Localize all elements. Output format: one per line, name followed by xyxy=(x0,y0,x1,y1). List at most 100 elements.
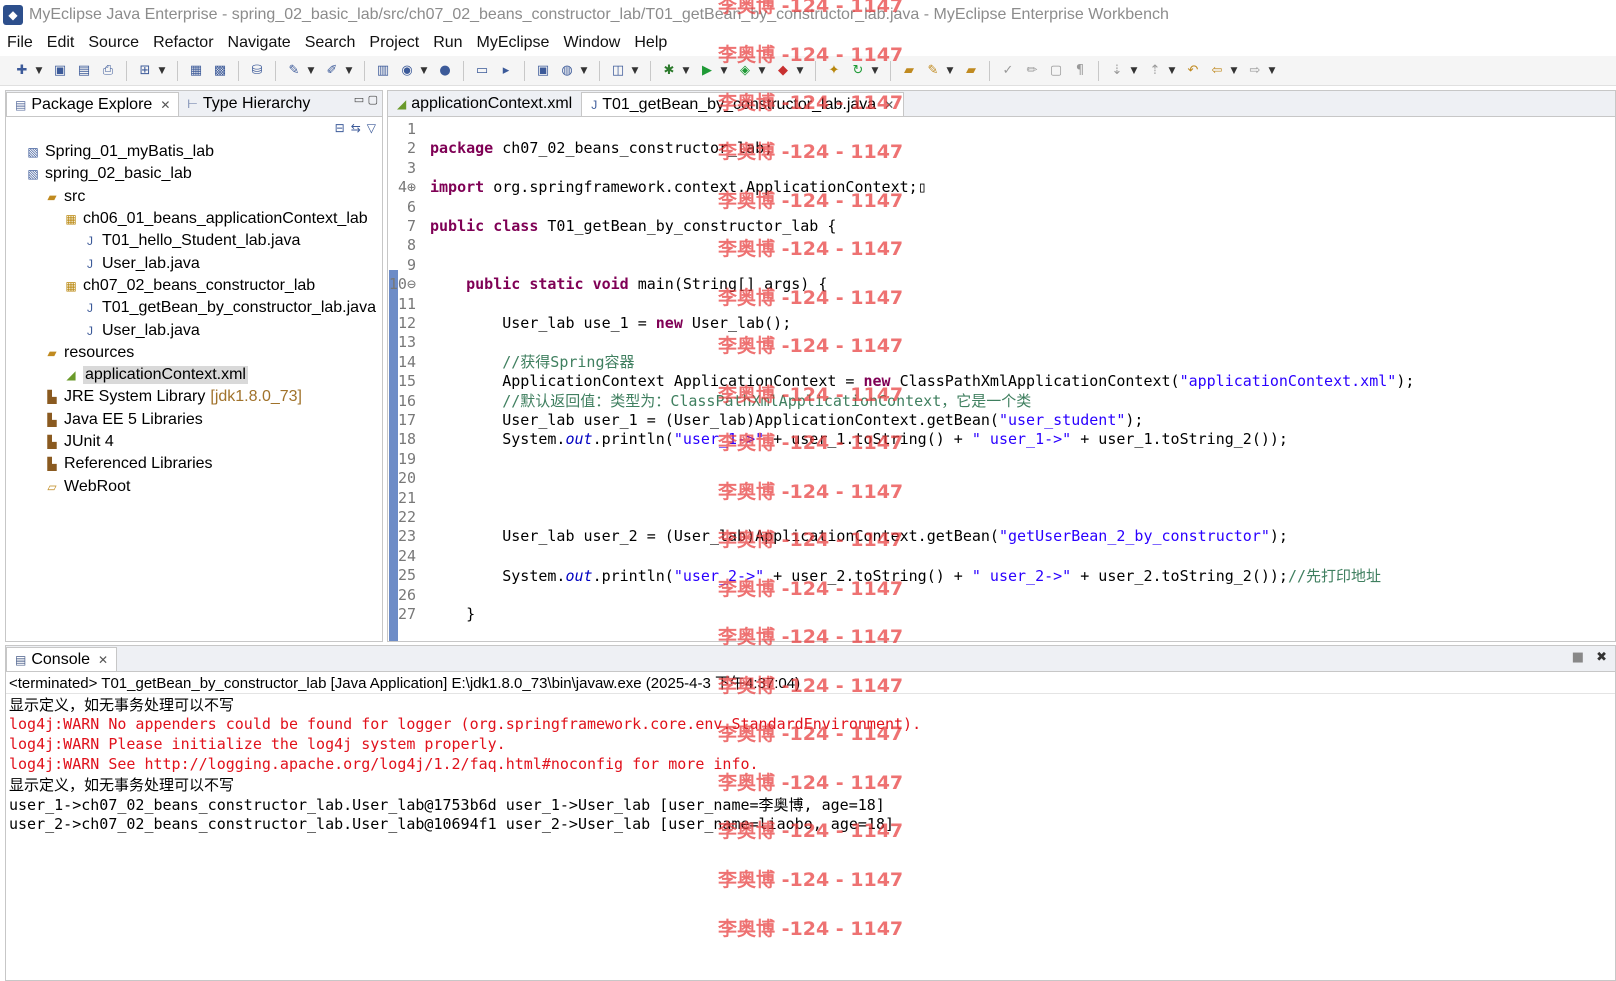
console-open-icon[interactable]: ▥ xyxy=(373,62,393,80)
open-type-dropdown-icon[interactable]: ▼ xyxy=(157,62,167,80)
tree-item[interactable]: ▰ src xyxy=(6,186,382,208)
console-output[interactable]: 显示定义，如无事务处理可以不写 log4j:WARN No appenders c… xyxy=(6,694,1615,834)
tab-console[interactable]: ▤ Console ✕ xyxy=(6,647,118,671)
tree-item[interactable]: ▦ ch06_01_beans_applicationContext_lab xyxy=(6,208,382,230)
remove-launch-icon[interactable]: ✖ xyxy=(1596,650,1607,665)
print-icon[interactable]: ⎙ xyxy=(98,62,118,80)
globe-dropdown-icon[interactable]: ▼ xyxy=(579,62,589,80)
new-class-icon[interactable]: ✦ xyxy=(824,62,844,80)
code-editor[interactable]: 1 2 package ch07_02_beans_constructor_lab;… xyxy=(388,118,1615,641)
tree-item[interactable]: J T01_hello_Student_lab.java xyxy=(6,230,382,252)
pen-icon[interactable]: ✎ xyxy=(923,62,943,80)
prev-annotation-icon[interactable]: ⇡ xyxy=(1145,62,1165,80)
debug-icon[interactable]: ✱ xyxy=(659,62,679,80)
tab-t01-getbean-java[interactable]: J T01_getBean_by_constructor_lab.java ✕ xyxy=(581,92,905,116)
tree-item[interactable]: ▙ Referenced Libraries xyxy=(6,453,382,475)
web-icon[interactable]: ◉ xyxy=(397,62,417,80)
menu-search[interactable]: Search xyxy=(298,34,363,52)
next-annotation-icon[interactable]: ⇣ xyxy=(1107,62,1127,80)
database-icon[interactable]: ⛁ xyxy=(247,62,267,80)
coverage-dropdown-icon[interactable]: ▼ xyxy=(757,62,767,80)
prev-annotation-dropdown-icon[interactable]: ▼ xyxy=(1167,62,1177,80)
menu-help[interactable]: Help xyxy=(627,34,674,52)
tree-item[interactable]: ▱ WebRoot xyxy=(6,475,382,497)
new-icon[interactable]: ✚ xyxy=(12,62,32,80)
server-icon[interactable]: ✐ xyxy=(322,62,342,80)
line-number: 14 xyxy=(397,352,416,371)
package-explorer-icon: ▤ xyxy=(15,97,27,112)
tree-item[interactable]: ▙ JRE System Library [jdk1.8.0_73] xyxy=(6,386,382,408)
menu-refactor[interactable]: Refactor xyxy=(146,34,220,52)
terminate-icon[interactable]: ■ xyxy=(1572,650,1584,665)
close-icon[interactable]: ✕ xyxy=(884,98,894,112)
server-dropdown-icon[interactable]: ▼ xyxy=(344,62,354,80)
coverage-icon[interactable]: ◈ xyxy=(735,62,755,80)
forward-nav-dropdown-icon[interactable]: ▼ xyxy=(1267,62,1277,80)
run-icon[interactable]: ▶ xyxy=(697,62,717,80)
tree-item[interactable]: J T01_getBean_by_constructor_lab.java xyxy=(6,297,382,319)
tree-item[interactable]: ▰ resources xyxy=(6,342,382,364)
refresh-icon[interactable]: ↻ xyxy=(848,62,868,80)
camera-dropdown-icon[interactable]: ▼ xyxy=(630,62,640,80)
block-select-icon[interactable]: ▢ xyxy=(1046,62,1066,80)
tree-item[interactable]: J User_lab.java xyxy=(6,319,382,341)
save-all-icon[interactable]: ▤ xyxy=(74,62,94,80)
toggle-mark-icon[interactable]: ✓ xyxy=(998,62,1018,80)
highlight-icon[interactable]: ✏ xyxy=(1022,62,1042,80)
open-folder-icon[interactable]: ▰ xyxy=(899,62,919,80)
external-tools-dropdown-icon[interactable]: ▼ xyxy=(795,62,805,80)
pen-dropdown-icon[interactable]: ▼ xyxy=(945,62,955,80)
deploy-dropdown-icon[interactable]: ▼ xyxy=(306,62,316,80)
external-tools-icon[interactable]: ◆ xyxy=(773,62,793,80)
tree-item[interactable]: ▙ Java EE 5 Libraries xyxy=(6,409,382,431)
web-dropdown-icon[interactable]: ▼ xyxy=(419,62,429,80)
tab-package-explorer[interactable]: ▤ Package Explore ✕ xyxy=(6,92,180,116)
tab-applicationcontext-xml[interactable]: ◢ applicationContext.xml xyxy=(388,92,581,116)
deploy-icon[interactable]: ✎ xyxy=(284,62,304,80)
menu-window[interactable]: Window xyxy=(556,34,627,52)
maximize-icon[interactable]: ▢ xyxy=(368,93,378,106)
menu-file[interactable]: File xyxy=(0,34,40,52)
tree-item[interactable]: ▙ JUnit 4 xyxy=(6,431,382,453)
menu-project[interactable]: Project xyxy=(362,34,426,52)
forward-icon[interactable]: ▸ xyxy=(496,62,516,80)
package-icon[interactable]: ▦ xyxy=(186,62,206,80)
run-dropdown-icon[interactable]: ▼ xyxy=(719,62,729,80)
debug-dropdown-icon[interactable]: ▼ xyxy=(681,62,691,80)
menu-source[interactable]: Source xyxy=(81,34,146,52)
menu-edit[interactable]: Edit xyxy=(40,34,82,52)
tree-item[interactable]: ▦ ch07_02_beans_constructor_lab xyxy=(6,275,382,297)
new-dropdown-icon[interactable]: ▼ xyxy=(34,62,44,80)
tab-type-hierarchy[interactable]: ⊢ Type Hierarchy xyxy=(179,92,318,116)
camera-icon[interactable]: ◫ xyxy=(608,62,628,80)
next-annotation-dropdown-icon[interactable]: ▼ xyxy=(1129,62,1139,80)
collapse-all-icon[interactable]: ⊟ xyxy=(335,121,345,135)
close-icon[interactable]: ✕ xyxy=(160,98,170,112)
back-icon[interactable]: ⇦ xyxy=(1207,62,1227,80)
minimize-icon[interactable]: ▭ xyxy=(354,93,364,106)
close-icon[interactable]: ✕ xyxy=(98,653,108,667)
terminal-icon[interactable]: ▭ xyxy=(472,62,492,80)
globe-icon[interactable]: ◍ xyxy=(557,62,577,80)
tree-item[interactable]: ▧ Spring_01_myBatis_lab xyxy=(6,141,382,163)
view-menu-icon[interactable]: ▽ xyxy=(367,121,376,135)
menu-run[interactable]: Run xyxy=(426,34,469,52)
refresh-dropdown-icon[interactable]: ▼ xyxy=(870,62,880,80)
jar-icon[interactable]: ▩ xyxy=(210,62,230,80)
link-with-editor-icon[interactable]: ⇆ xyxy=(351,121,361,135)
line-number: 21 xyxy=(397,488,416,507)
search-folder-icon[interactable]: ▰ xyxy=(961,62,981,80)
last-edit-icon[interactable]: ↶ xyxy=(1183,62,1203,80)
tree-item[interactable]: J User_lab.java xyxy=(6,252,382,274)
tree-item[interactable]: ◢ applicationContext.xml xyxy=(6,364,382,386)
open-type-icon[interactable]: ⊞ xyxy=(135,62,155,80)
tree-item[interactable]: ▧ spring_02_basic_lab xyxy=(6,163,382,185)
back-dropdown-icon[interactable]: ▼ xyxy=(1229,62,1239,80)
menu-navigate[interactable]: Navigate xyxy=(221,34,298,52)
save-icon[interactable]: ▣ xyxy=(50,62,70,80)
forward-nav-icon[interactable]: ⇨ xyxy=(1245,62,1265,80)
new-java-project-icon[interactable]: ▣ xyxy=(533,62,553,80)
show-whitespace-icon[interactable]: ¶ xyxy=(1070,62,1090,80)
menu-myeclipse[interactable]: MyEclipse xyxy=(470,34,557,52)
browser-icon[interactable]: ● xyxy=(435,62,455,80)
